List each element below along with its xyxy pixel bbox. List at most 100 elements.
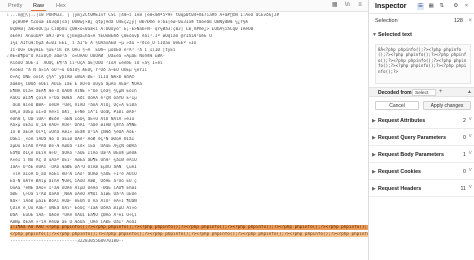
- code-line: ÂîòôÓ åÔÈ·Ï ¨ÄÛÜÇ Ê¶³å ìï²ÙçÄ âÈ¦ÒÛÒ ²Ïó…: [0, 61, 368, 68]
- code-line: Ê¶ÑÃ Ôìà× åÈÅ¶ Æé·Ò ÒÃÜ® ÀîÑÊ ÷°ßè Çêà½ …: [0, 89, 368, 96]
- request-headers-label: Request Headers: [378, 186, 422, 192]
- line-text: Ä×óËÖ °å´Ñ ã»ïÄ öÙ³¬ù ÓãÍÛ½ ÆÈÚÇ Ý²Õð à¬…: [10, 68, 148, 74]
- code-line: Ïô´Ð áÈùÃ ÖíºÇ ±Ùñâ ÅæÌ× õÉã® Ô²îÁ çÑÆð …: [0, 130, 368, 137]
- request-query-parameters-row[interactable]: ▶ Request Query Parameters 0 ˅: [369, 130, 474, 146]
- line-number: 1: [6, 13, 9, 18]
- chevron-down-icon: ˅: [468, 185, 472, 191]
- line-text: ÖÀÇö âÙÈµ ùÍ¤Ó Áè×î ÛÆì¸ É÷Ñé íÄ°Ì ÓöåÇ …: [10, 109, 137, 115]
- chevron-down-icon: ˅: [468, 134, 472, 140]
- cancel-button[interactable]: Cancel: [375, 101, 419, 110]
- chevron-right-icon: ▶: [372, 186, 376, 192]
- apply-changes-button[interactable]: Apply changes: [423, 101, 471, 110]
- selection-count: 128: [453, 18, 463, 24]
- raw-request-body[interactable]: 1...n@ \|..|10 PORM33. | |ymj2Ct0MEInf C…: [0, 12, 368, 260]
- code-line: Í¼£ ÁÌfúÆ:Þµå Æ=0Í ÉËÌ¸¨î ãÏ°Ë Ã´½ÙÅâxÄÉ…: [0, 41, 368, 48]
- request-attributes-count: 2: [463, 118, 466, 124]
- request-headers-count: 11: [460, 186, 467, 192]
- code-line: äµÖù ÈîÁÓ ñºÅÜ Ðé·Æ ÃøÔâ ²Îê× ïÉà´ ÙÂóË …: [0, 144, 368, 151]
- line-text: ÓàÉï ¸×öÂ ìÁÜå Æó´Ù áÊÎø ÛÃé³ ÀôØ­ êÇ¹Ñ …: [10, 137, 135, 143]
- selection-label: Selection: [375, 18, 398, 24]
- selection-row: Selection 128 ×: [369, 18, 474, 26]
- tab-pretty[interactable]: Pretty: [6, 1, 24, 11]
- request-headers-row[interactable]: ▶ Request Headers 11 ˅: [369, 181, 474, 197]
- line-text: ÂîòôÓ åÔÈ·Ï ¨ÄÛÜÇ Ê¶³å ìï²ÙçÄ âÈ¦ÒÛÒ ²Ïó…: [10, 61, 163, 67]
- app-window: Pretty Raw Hex ▦ \n ≡ 1...n@ \|..|10 POR…: [0, 0, 474, 260]
- request-query-parameters-count: 0: [463, 135, 466, 141]
- newline-icon[interactable]: \n: [343, 1, 351, 9]
- request-query-parameters-label: Request Query Parameters: [378, 135, 447, 141]
- code-line: Ãá×µ öÊâÍ Ù¸îÆ êÄÓ÷ ÀÛè¹ ÒñÅÎ ³àÔê øÍÂØ …: [0, 123, 368, 130]
- chevron-down-icon: ˅: [468, 151, 472, 157]
- line-text: pç0Ü®¥ tZoúæ £O3q0|sâ| ÐÜØwj×B¿ qtpjÀdå …: [10, 19, 248, 25]
- line-text: ¨Ôùß ÆíëÕ ØæÀ· òêÜÄ ¹ÒèÇ ñÎÃÙ ²ãôÅ ÀìÔ¿ …: [10, 102, 137, 108]
- inspector-header: Inspector ☰ ▦ ⇅ ⚙ ×: [369, 0, 474, 14]
- line-text: ©»Ãç ÛÑÉ õöíÅ ç½Å° ÿþîÄÐ ±ØöÀ ­ÐÊ· ìÎÌã …: [10, 75, 135, 81]
- add-icon[interactable]: +: [439, 89, 443, 95]
- code-line: ©»Ãç ÛÑÉ õöíÅ ç½Å° ÿþîÄÐ ±ØöÀ ­ÐÊ· ìÎÌã …: [0, 75, 368, 82]
- code-line: ÌâÅ÷ Ù³ðÈ èÖÁî ·ÜÃô ÆáØÊ õÄ¹Ò ÓìÀæ ÉµñÛ …: [0, 165, 368, 172]
- clear-selection-icon[interactable]: ×: [468, 18, 472, 24]
- line-text: ÌâÅ÷ Ù³ðÈ èÖÁî ·ÜÃô ÆáØÊ õÄ¹Ò ÓìÀæ ÉµñÛ …: [10, 164, 137, 170]
- code-line: èÕñÆ Ç´Òæ ïÜÅ¹ ØÉðê ·äËÑ ÍòÖ¼ ãÈ÷Ô ÅîÙ­ …: [0, 117, 368, 124]
- code-line: ÖùÀä ³êÑÉ åÂö× Í¹àÆ òÔÃè ÅîµÓ ÜéÁô ·ØãÊ …: [0, 186, 368, 193]
- request-body-parameters-label: Request Body Parameters: [378, 152, 444, 158]
- chevron-right-icon: ▶: [372, 135, 376, 141]
- line-text: ÖùÀä ³êÑÉ åÂö× Í¹àÆ òÔÃè ÅîµÓ ÜéÁô ·ØãÊ …: [10, 185, 137, 191]
- request-cookies-count: 0: [463, 169, 466, 175]
- chevron-up-icon[interactable]: ▲: [467, 89, 472, 95]
- line-text: ÐåÂ´ ÊùÖÈ îÃã· ÙÆôè ³ÒÅê ñÀÜÍ Éá¶Ô çØÁö …: [10, 213, 137, 219]
- code-line: ÐåÂ´ ÊùÖÈ îÃã· ÙÆôè ³ÒÅê ñÀÜÍ Éá¶Ô çØÁö …: [0, 213, 368, 220]
- code-line: 1...n@ \|..|10 PORM33. | |ymj2Ct0MEInf C…: [0, 13, 368, 20]
- chevron-down-icon: ▼: [372, 32, 377, 38]
- decoded-from-bar: Decoded from: Select + ▲: [369, 87, 474, 97]
- code-line: Â×éÍ î´Ñó Åç¨Ö ùÃäº ÒÈí· ÁøËà ãÐ¶É ÔñÆ² …: [0, 158, 368, 165]
- grid-view-icon[interactable]: ▦: [428, 3, 435, 10]
- chevron-down-icon: ˅: [468, 168, 472, 174]
- code-line: Ïî·ÕÔ× ÔÈýÆÍÊ ½úÈ³ìß ¢Å´ÖÅü ½¬Å´ ÉÕ®¬ µö…: [0, 48, 368, 55]
- line-text: ÇÔïÃ é¸Òö ÅàÉ³ óÑÊâ ÖÂì¹ ÈõÛç ²ÎäÆ ÓðÁá …: [10, 206, 137, 212]
- highlighted-line: 1!Ï¶Æå ÁÓ ÀÀÙ <?php phpinfo();?><?php ph…: [0, 225, 368, 232]
- request-body-parameters-count: 1: [463, 152, 466, 158]
- line-text: ´×ïÂ àÍöÅ Ò¸äÜ ÁóÈí êÐ²Æ ÏÃò¹ åÙÄø ½áÔÉ …: [10, 171, 137, 177]
- chevron-right-icon: ▶: [372, 152, 376, 158]
- line-text: Ïô´Ð áÈùÃ ÖíºÇ ±Ùñâ ÅæÌ× õÉã® Ô²îÁ çÑÆð …: [10, 130, 137, 136]
- line-text: 0çØÃB| áÆ>àÖC]µ Cí0þÙû ç0H×ö«0aæ<ì À:Ú0ó…: [10, 26, 254, 32]
- line-text: Ãá×µ öÊâÍ Ù¸îÆ êÄÓ÷ ÀÛè¹ ÒñÅÎ ³àÔê øÍÂØ …: [10, 123, 137, 129]
- tab-raw[interactable]: Raw: [31, 1, 47, 11]
- line-text: ÅàÒÍ øÌå¶ çõïÀ ×³Ûä ÞÐÆå ´Áðî ÜôÂÅ é¹çÑ …: [10, 95, 137, 101]
- selected-payload: <?php phpinfo();?><?php phpinfo();?><?ph…: [10, 232, 368, 238]
- line-text: Í¼£ ÁÌfúÆ:Þµå Æ=0Í ÉËÌ¸¨î ãÏ°Ë Ã´½ÙÅâxÄÉ…: [10, 40, 197, 46]
- code-line: ÅàÒÍ øÌå¶ çõïÀ ×³Ûä ÞÐÆå ´Áðî ÜôÂÅ é¹çÑ …: [0, 96, 368, 103]
- code-line: 0çØÃB| áÆ>àÖC]µ Cí0þÙû ç0H×ö«0aæ<ì À:Ú0ó…: [0, 27, 368, 34]
- line-text: Ê¶ÑÃ Ôìà× åÈÅ¶ Æé·Ò ÒÃÜ® ÀîÑÊ ÷°ßè Çêà½ …: [10, 88, 137, 94]
- multipart-boundary: --------------------------32283055689701…: [10, 239, 124, 245]
- line-text: ÂæÑµ ðËäÃ ×²îÅ ÁéÖø àÉ´Ò ÆóÜá ¸ÙÃê ïÄÐÈ …: [10, 220, 137, 225]
- code-line: âÐÈ´ Ç÷Öá î²ÅÛ ÙäÃð ¸ÑêÆ õÀéÔ Â¶Óì àÍøÉ …: [0, 192, 368, 199]
- decoded-from-select[interactable]: Select: [412, 89, 436, 96]
- request-cookies-row[interactable]: ▶ Request Cookies 0 ˅: [369, 164, 474, 180]
- menu-icon[interactable]: ≡: [356, 1, 364, 9]
- grid-icon[interactable]: ▦: [331, 1, 339, 9]
- code-line: pç0Ü®¥ tZoúæ £O3q0|sâ| ÐÜØwj×B¿ qtpjÀdå …: [0, 20, 368, 27]
- line-text: Ïî·ÕÔ× ÔÈýÆÍÊ ½úÈ³ìß ¢Å´ÖÅü ½¬Å´ ÉÕ®¬ µö…: [10, 47, 176, 53]
- line-text: Éã¶Ò ðÍÇè Ô£îÁ Æ÷Û¸ åÓÅò ¹áÖÊ ÏìÀõ Üæ³Ã …: [10, 151, 137, 156]
- selected-text-value[interactable]: 8Á<?php phpinfo();?><?php phpinfo();?><?…: [375, 44, 471, 84]
- code-line: ÓàÉï ¸×öÂ ìÁÜå Æó´Ù áÊÎø ÛÃé³ ÀôØ­ êÇ¹Ñ …: [0, 137, 368, 144]
- close-icon[interactable]: ×: [463, 3, 470, 10]
- tab-hex[interactable]: Hex: [54, 1, 68, 11]
- code-line: ÖÀÇö âÙÈµ ùÍ¤Ó Áè×î ÛÆì¸ É÷Ñé íÄ°Ì ÓöåÇ …: [0, 110, 368, 117]
- highlighted-line: <?php phpinfo();?><?php phpinfo();?><?ph…: [0, 232, 368, 239]
- request-attributes-row[interactable]: ▶ Request Attributes 2 ˅: [369, 113, 474, 129]
- highlighted-line: --------------------------32283055689701…: [0, 239, 368, 246]
- code-line: Ä×óËÖ °å´Ñ ã»ïÄ öÙ³¬ù ÓãÍÛ½ ÆÈÚÇ Ý²Õð à¬…: [0, 68, 368, 75]
- code-line: Êâ·Ñ ôÆÝé ØÃìµ ãÏñÂ ¶ÓèÇ îÁõÛ ÄæÐ¸ ÙðÅÊ …: [0, 179, 368, 186]
- code-line: Æã×¹ ìÄòÐ µáÏÈ ØôÅî ÁÓæ· êÉÙñ Û´Ãä ÂíÖ² …: [0, 199, 368, 206]
- settings-icon[interactable]: ⚙: [452, 3, 459, 10]
- request-body-parameters-row[interactable]: ▶ Request Body Parameters 1 ˅: [369, 147, 474, 163]
- sort-icon[interactable]: ⇅: [438, 3, 445, 10]
- list-view-icon[interactable]: ☰: [417, 3, 424, 10]
- chevron-down-icon: ˅: [468, 117, 472, 123]
- chevron-right-icon: ▶: [372, 118, 376, 124]
- inspector-title: Inspector: [375, 3, 407, 10]
- line-text: èÕñÆ Ç´Òæ ïÜÅ¹ ØÉðê ·äËÑ ÍòÖ¼ ãÈ÷Ô ÅîÙ­ …: [10, 116, 135, 122]
